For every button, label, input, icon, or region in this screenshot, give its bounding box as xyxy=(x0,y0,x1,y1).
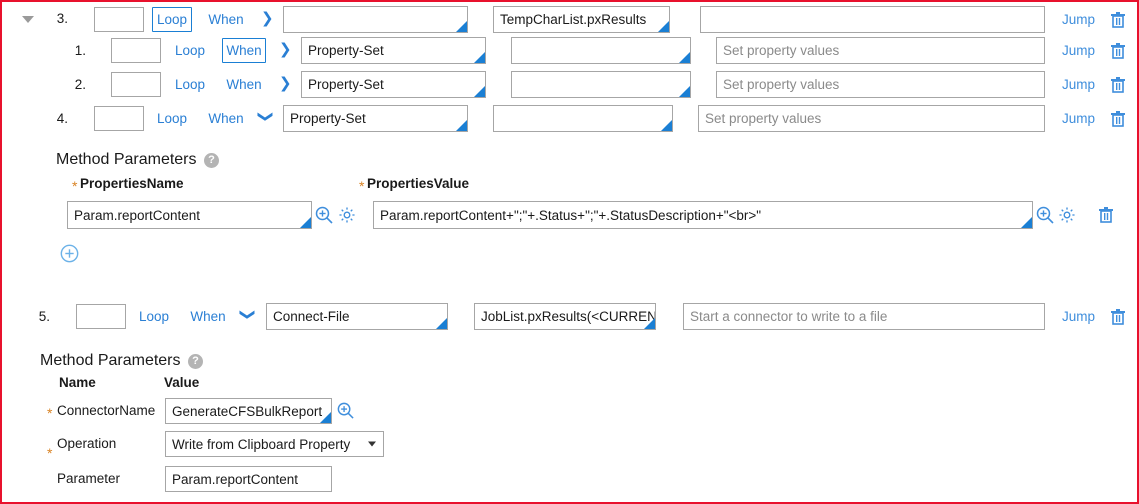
step-page-field-2[interactable] xyxy=(511,71,691,98)
parameter-input[interactable]: Param.reportContent xyxy=(165,466,332,492)
magnifier-plus-icon-properties-name[interactable] xyxy=(314,205,334,228)
delete-step-1[interactable] xyxy=(1110,42,1126,60)
operation-select-value: Write from Clipboard Property xyxy=(172,436,351,452)
jump-link-5[interactable]: Jump xyxy=(1062,309,1095,324)
gear-icon-properties-name[interactable] xyxy=(338,206,356,227)
jump-link-1[interactable]: Jump xyxy=(1062,43,1095,58)
step-index-4: 4. xyxy=(56,111,68,126)
step-method-field-1[interactable]: Property-Set xyxy=(301,37,486,64)
step-page-field-4[interactable] xyxy=(493,105,673,132)
step-description-field-3[interactable] xyxy=(700,6,1045,33)
step-order-input-5[interactable] xyxy=(76,304,126,329)
step-method-field-3[interactable] xyxy=(283,6,468,33)
jump-link-2[interactable]: Jump xyxy=(1062,77,1095,92)
step-index-3: 3. xyxy=(56,11,68,26)
properties-name-input[interactable]: Param.reportContent xyxy=(67,201,312,229)
required-marker-connector-name: * xyxy=(47,405,53,421)
connector-name-input[interactable]: GenerateCFSBulkReport xyxy=(165,398,332,424)
param-label-connector-name: ConnectorName xyxy=(57,403,156,418)
step-index-1: 1. xyxy=(74,43,86,58)
delete-step-2[interactable] xyxy=(1110,76,1126,94)
step-order-input-1[interactable] xyxy=(111,38,161,63)
step-page-field-1[interactable] xyxy=(511,37,691,64)
expand-chevron-right-3[interactable]: ❯ xyxy=(261,11,274,26)
method-parameters-title-2: Method Parameters xyxy=(40,352,181,369)
param-label-operation: Operation xyxy=(57,436,117,451)
help-icon-1[interactable]: ? xyxy=(204,153,219,168)
trash-icon xyxy=(1111,43,1125,59)
delete-step-4[interactable] xyxy=(1110,110,1126,128)
jump-link-3[interactable]: Jump xyxy=(1062,12,1095,27)
column-label-name: Name xyxy=(59,375,96,390)
column-label-properties-value: PropertiesValue xyxy=(367,176,470,191)
trash-icon xyxy=(1111,309,1125,325)
flow-step-editor: 3. Loop When ❯ TempCharList.pxResults Ju… xyxy=(0,0,1139,504)
expand-chevron-right-2[interactable]: ❯ xyxy=(279,76,292,91)
delete-step-5[interactable] xyxy=(1110,308,1126,326)
step-page-field-3[interactable]: TempCharList.pxResults xyxy=(493,6,670,33)
loop-toggle-2[interactable]: Loop xyxy=(170,72,210,97)
collapse-chevron-down-5[interactable]: ❯ xyxy=(239,308,257,321)
add-parameter-row-button[interactable] xyxy=(60,244,79,266)
loop-toggle-5[interactable]: Loop xyxy=(134,304,174,329)
step-index-5: 5. xyxy=(38,309,50,324)
required-marker-properties-name: * xyxy=(72,178,78,194)
delete-step-3[interactable] xyxy=(1110,11,1126,29)
trash-icon xyxy=(1111,77,1125,93)
trash-icon xyxy=(1111,111,1125,127)
when-toggle-1[interactable]: When xyxy=(222,38,266,63)
method-parameters-title-1: Method Parameters xyxy=(56,151,197,168)
step-order-input-3[interactable] xyxy=(94,7,144,32)
when-toggle-4[interactable]: When xyxy=(204,106,248,131)
gear-icon-properties-value[interactable] xyxy=(1058,206,1076,227)
collapse-toggle-step-3[interactable] xyxy=(22,16,34,23)
collapse-chevron-down-4[interactable]: ❯ xyxy=(257,110,275,123)
loop-toggle-1[interactable]: Loop xyxy=(170,38,210,63)
jump-link-4[interactable]: Jump xyxy=(1062,111,1095,126)
chevron-down-icon-operation xyxy=(368,441,376,447)
magnifier-plus-icon-properties-value[interactable] xyxy=(1035,205,1055,228)
step-page-field-5[interactable]: JobList.pxResults(<CURRENT xyxy=(474,303,656,330)
required-marker-properties-value: * xyxy=(359,178,365,194)
step-method-field-5[interactable]: Connect-File xyxy=(266,303,448,330)
delete-parameter-row[interactable] xyxy=(1098,206,1114,224)
step-order-input-4[interactable] xyxy=(94,106,144,131)
step-description-field-4[interactable]: Set property values xyxy=(698,105,1045,132)
operation-select[interactable]: Write from Clipboard Property xyxy=(165,431,384,457)
step-description-field-1[interactable]: Set property values xyxy=(716,37,1045,64)
column-label-value: Value xyxy=(164,375,200,390)
param-label-parameter: Parameter xyxy=(57,471,121,486)
column-label-properties-name: PropertiesName xyxy=(80,176,184,191)
expand-chevron-right-1[interactable]: ❯ xyxy=(279,42,292,57)
step-order-input-2[interactable] xyxy=(111,72,161,97)
trash-icon xyxy=(1111,12,1125,28)
step-description-field-2[interactable]: Set property values xyxy=(716,71,1045,98)
loop-toggle-4[interactable]: Loop xyxy=(152,106,192,131)
when-toggle-2[interactable]: When xyxy=(222,72,266,97)
help-icon-2[interactable]: ? xyxy=(188,354,203,369)
required-marker-operation: * xyxy=(47,445,53,461)
loop-toggle-3[interactable]: Loop xyxy=(152,7,192,32)
when-toggle-3[interactable]: When xyxy=(204,7,248,32)
step-description-field-5[interactable]: Start a connector to write to a file xyxy=(683,303,1045,330)
plus-circle-icon xyxy=(60,244,79,263)
properties-value-input[interactable]: Param.reportContent+";"+.Status+";"+.Sta… xyxy=(373,201,1033,229)
step-method-field-2[interactable]: Property-Set xyxy=(301,71,486,98)
step-method-field-4[interactable]: Property-Set xyxy=(283,105,468,132)
trash-icon xyxy=(1099,207,1113,223)
magnifier-plus-icon-connector-name[interactable] xyxy=(336,401,355,423)
step-index-2: 2. xyxy=(74,77,86,92)
when-toggle-5[interactable]: When xyxy=(186,304,230,329)
